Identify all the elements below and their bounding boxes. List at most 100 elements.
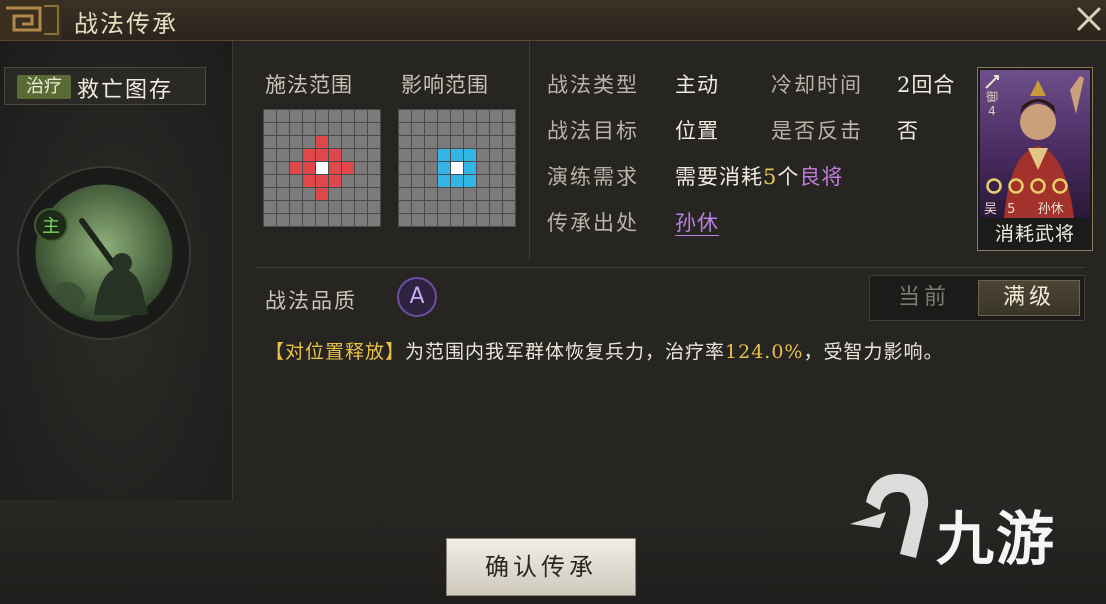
effect-range-grid <box>398 109 516 227</box>
level-toggle[interactable]: 当前 满级 <box>869 275 1085 321</box>
range-cell <box>290 175 302 187</box>
range-cell <box>264 162 276 174</box>
confirm-inherit-button[interactable]: 确认传承 <box>446 538 636 596</box>
range-cell <box>342 214 354 226</box>
range-cell <box>264 175 276 187</box>
range-cell <box>464 136 476 148</box>
source-value[interactable]: 孙休 <box>675 207 719 237</box>
range-cell <box>412 188 424 200</box>
range-cell <box>342 110 354 122</box>
range-cell <box>329 123 341 135</box>
range-cell <box>355 136 367 148</box>
train-quality: 良将 <box>799 165 844 189</box>
range-cell <box>303 188 315 200</box>
skill-type-badge: 治疗 <box>17 75 71 99</box>
range-cell <box>277 149 289 161</box>
range-cell <box>290 110 302 122</box>
range-cell <box>412 214 424 226</box>
range-cell <box>329 175 341 187</box>
general-name: 孙休 <box>1037 202 1064 217</box>
general-card[interactable]: 御4 吴 5 孙休 消耗武将 <box>977 67 1093 251</box>
range-cell <box>368 175 380 187</box>
skill-type-value: 主动 <box>675 73 719 97</box>
range-cell <box>277 162 289 174</box>
range-cell <box>490 110 502 122</box>
range-cell <box>438 123 450 135</box>
range-cell <box>425 149 437 161</box>
range-cell <box>264 188 276 200</box>
source-general-link[interactable]: 孙休 <box>675 211 719 236</box>
range-cell <box>425 162 437 174</box>
skill-detail-panel: 施法范围 影响范围 战法类型 主动 冷却时间 2回合 战法目标 位置 是否反击 … <box>233 41 1106 500</box>
troop-level: 4 <box>988 104 996 118</box>
skill-type-label: 战法类型 <box>547 73 639 97</box>
range-cell <box>503 214 515 226</box>
range-cell <box>503 149 515 161</box>
range-cell <box>464 175 476 187</box>
range-cell <box>490 175 502 187</box>
range-cell <box>316 162 328 174</box>
effect-range-label: 影响范围 <box>401 73 489 97</box>
range-cell <box>303 214 315 226</box>
range-cell <box>329 162 341 174</box>
range-cell <box>438 149 450 161</box>
cooldown-label: 冷却时间 <box>771 73 863 97</box>
skill-description: 【对位置释放】为范围内我军群体恢复兵力，治疗率124.0%，受智力影响。 <box>265 337 944 364</box>
range-cell <box>355 149 367 161</box>
range-cell <box>342 201 354 213</box>
main-skill-badge: 主 <box>34 208 68 242</box>
range-cell <box>355 175 367 187</box>
range-cell <box>503 188 515 200</box>
range-cell <box>438 136 450 148</box>
range-cell <box>477 149 489 161</box>
range-cell <box>368 214 380 226</box>
range-cell <box>329 201 341 213</box>
title-bar: 战法传承 <box>0 0 1106 41</box>
max-level-tab[interactable]: 满级 <box>978 280 1080 316</box>
range-cell <box>329 136 341 148</box>
range-cell <box>303 175 315 187</box>
range-cell <box>264 214 276 226</box>
range-cell <box>425 110 437 122</box>
range-cell <box>425 188 437 200</box>
range-cell <box>342 175 354 187</box>
train-requirement-label: 演练需求 <box>547 165 639 189</box>
range-cell <box>303 110 315 122</box>
range-cell <box>399 214 411 226</box>
close-icon[interactable] <box>1074 4 1104 34</box>
description-part2: ，受智力影响。 <box>803 341 944 363</box>
range-cell <box>290 214 302 226</box>
range-cell <box>329 214 341 226</box>
range-cell <box>368 188 380 200</box>
current-level-tab[interactable]: 当前 <box>874 280 974 316</box>
counter-label: 是否反击 <box>771 119 863 143</box>
range-cell <box>355 110 367 122</box>
range-cell <box>277 214 289 226</box>
range-cell <box>503 201 515 213</box>
range-cell <box>503 162 515 174</box>
range-cell <box>490 201 502 213</box>
troop-type-icon <box>985 75 999 89</box>
range-cell <box>412 136 424 148</box>
range-cell <box>451 123 463 135</box>
train-count: 5 <box>763 165 778 189</box>
skill-name: 救亡图存 <box>77 78 174 103</box>
range-cell <box>464 188 476 200</box>
range-cell <box>451 214 463 226</box>
train-prefix: 需要消耗 <box>675 165 763 189</box>
range-cell <box>412 123 424 135</box>
range-cell <box>412 110 424 122</box>
range-cell <box>329 188 341 200</box>
range-cell <box>477 214 489 226</box>
range-cell <box>399 188 411 200</box>
range-cell <box>438 201 450 213</box>
range-cell <box>277 123 289 135</box>
skill-name-tag: 治疗 救亡图存 <box>4 67 206 105</box>
range-cell <box>399 136 411 148</box>
range-cell <box>290 136 302 148</box>
description-tag: 【对位置释放】 <box>265 341 406 363</box>
range-cell <box>464 123 476 135</box>
range-cell <box>464 214 476 226</box>
range-cell <box>412 162 424 174</box>
range-cell <box>342 162 354 174</box>
